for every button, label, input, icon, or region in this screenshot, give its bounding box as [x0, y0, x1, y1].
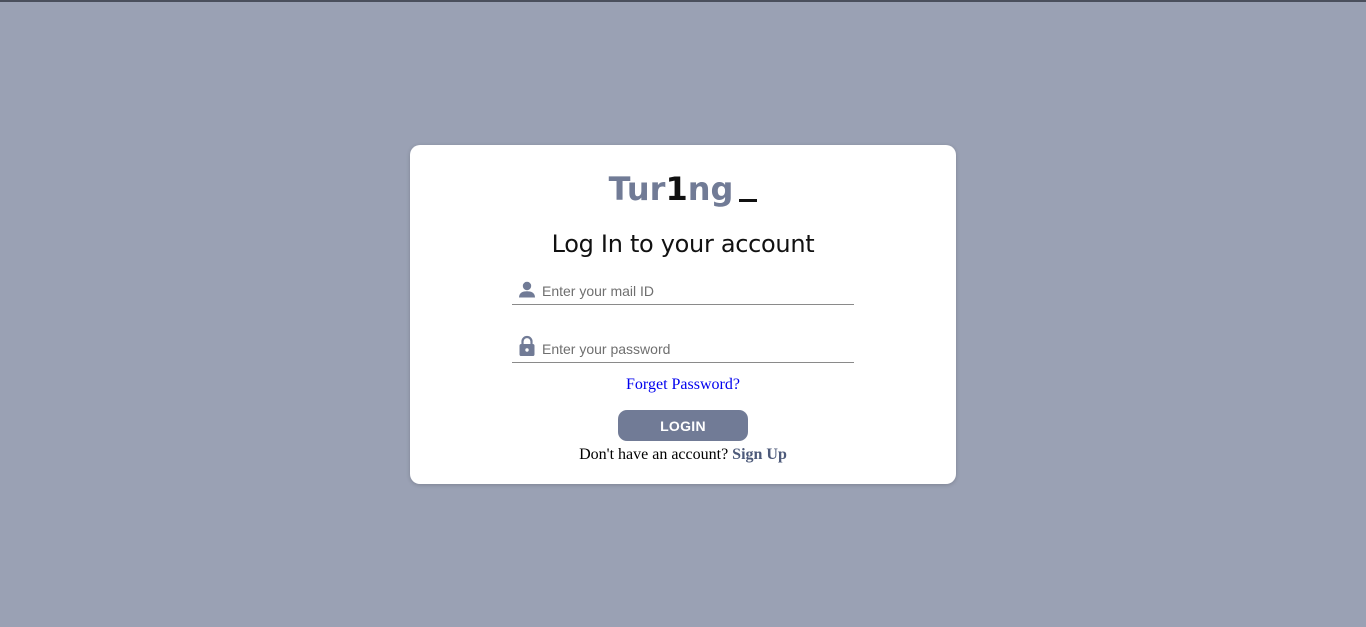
- password-input[interactable]: [542, 340, 847, 358]
- login-card: Tur1ng Log In to your account Forget Pas…: [410, 145, 956, 484]
- logo-text-part2: 1: [665, 170, 688, 208]
- turing-logo: Tur1ng: [410, 169, 956, 209]
- signup-row: Don't have an account? Sign Up: [410, 446, 956, 464]
- email-input[interactable]: [542, 282, 847, 300]
- forgot-password-row: Forget Password?: [410, 376, 956, 394]
- logo-cursor: [739, 199, 758, 202]
- login-button[interactable]: LOGIN: [618, 410, 748, 441]
- signup-prompt: Don't have an account?: [579, 446, 729, 463]
- signup-link[interactable]: Sign Up: [732, 446, 787, 463]
- person-icon: [518, 280, 536, 300]
- lock-icon: [518, 335, 536, 358]
- page-title: Log In to your account: [551, 230, 815, 258]
- logo-text-part1: Tur: [608, 170, 666, 208]
- email-field-container: [512, 280, 854, 305]
- logo-text-part3: ng: [687, 170, 734, 208]
- window-top-border: [0, 0, 1366, 2]
- forgot-password-link[interactable]: Forget Password?: [626, 376, 740, 393]
- password-field-container: [512, 335, 854, 363]
